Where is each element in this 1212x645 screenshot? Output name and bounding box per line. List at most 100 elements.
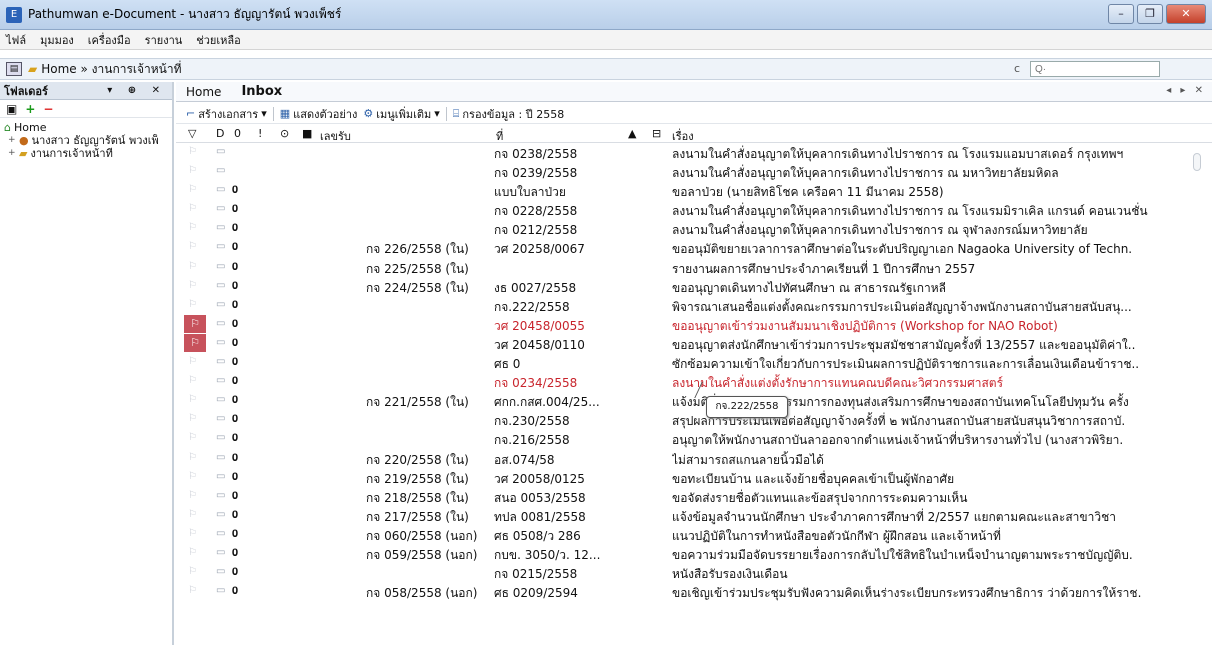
table-row[interactable]: ⚐ ▭ 𝟎 กจ 060/2558 (นอก) ศธ 0508/ว 286 แนวปฏิบ… <box>176 525 1212 544</box>
table-row[interactable]: ⚐ ▭ 𝟎 กจ 220/2558 (ใน) อส.074/58 ไม่สามารถสแก… <box>176 449 1212 468</box>
add-folder-icon[interactable]: + <box>25 102 35 116</box>
folders-pane-title: โฟลเดอร์ <box>4 84 48 98</box>
flag-icon[interactable]: ⚐ <box>188 165 208 176</box>
table-row[interactable]: ⚐ ▭ 𝟎 กจ.230/2558 สรุปผลการประเมินเพื่อต่อสั… <box>176 410 1212 429</box>
menu-view[interactable]: มุมมอง <box>40 31 74 49</box>
flag-icon[interactable]: ⚐ <box>188 547 208 558</box>
breadcrumb[interactable]: Home » งานการเจ้าหน้าที่ <box>41 60 181 79</box>
app-icon: E <box>6 6 22 23</box>
expand-icon[interactable]: + <box>8 147 16 160</box>
flag-icon[interactable]: ⚐ <box>184 314 206 333</box>
flag-icon[interactable]: ⚐ <box>188 413 208 424</box>
expand-icon[interactable]: + <box>8 134 16 147</box>
refresh-folders-icon[interactable]: ▣ <box>6 102 17 116</box>
menu-report[interactable]: รายงาน <box>145 31 183 49</box>
table-row[interactable]: ⚐ ▭ 𝟎 กจ 224/2558 (ใน) งธ 0027/2558 ขออนุญาตเ… <box>176 277 1212 296</box>
flag-icon[interactable]: ⚐ <box>188 184 208 195</box>
flag-icon[interactable]: ⚐ <box>188 356 208 367</box>
table-row[interactable]: ⚐ ▭ 𝟎 กจ 059/2558 (นอก) กบข. 3050/ว. 12... ขอ… <box>176 544 1212 563</box>
flag-icon[interactable]: ⚐ <box>188 203 208 214</box>
scrollbar-thumb[interactable] <box>1193 153 1201 171</box>
flag-icon[interactable]: ⚐ <box>188 261 208 272</box>
flag-icon[interactable]: ⚐ <box>188 394 208 405</box>
tooltip: กจ.222/2558 <box>706 396 788 418</box>
flag-icon[interactable]: ⚐ <box>188 528 208 539</box>
search-input[interactable] <box>1030 61 1160 77</box>
flag-icon[interactable]: ⚐ <box>188 280 208 291</box>
print-icon[interactable]: ▤ <box>6 62 22 76</box>
table-row[interactable]: ⚐ ▭ 𝟎 กจ 226/2558 (ใน) วศ 20258/0067 ขออนุมัต… <box>176 238 1212 257</box>
close-button[interactable]: ✕ <box>1166 4 1206 24</box>
attachment-icon: 𝟎 <box>232 526 239 540</box>
table-row[interactable]: ⚐ ▭ 𝟎 กจ 0228/2558 ลงนามในคำสั่งอนุญาตให้บุค… <box>176 200 1212 219</box>
tree-item-user[interactable]: + ● นางสาว ธัญญารัตน์ พวงเพ็ <box>4 134 168 147</box>
preview-button[interactable]: ▦ แสดงตัวอย่าง <box>280 105 358 123</box>
table-row[interactable]: ⚐ ▭ 𝟎 กจ 219/2558 (ใน) วศ 20058/0125 ขอทะเบีย… <box>176 468 1212 487</box>
tree-item-personnel[interactable]: + ▰ งานการเจ้าหน้าที่ <box>4 147 168 160</box>
table-row[interactable]: ⚐ ▭ 𝟎 กจ 218/2558 (ใน) สนอ 0053/2558 ขอจัดส่ง… <box>176 487 1212 506</box>
table-row[interactable]: ⚐ ▭ 𝟎 กจ 0215/2558 หนังสือรับรองเงินเดือน <box>176 563 1212 582</box>
remove-folder-icon[interactable]: − <box>43 102 53 116</box>
flag-icon[interactable]: ⚐ <box>188 509 208 520</box>
table-row[interactable]: ⚐ ▭ กจ 0239/2558 ลงนามในคำสั่งอนุญาตให้บุคล… <box>176 162 1212 181</box>
flag-icon[interactable]: ⚐ <box>188 452 208 463</box>
flag-icon[interactable]: ⚐ <box>188 241 208 252</box>
flag-icon[interactable]: ⚐ <box>184 333 206 352</box>
table-row[interactable]: ⚐ ▭ 𝟎 กจ 0212/2558 ลงนามในคำสั่งอนุญาตให้บุค… <box>176 219 1212 238</box>
document-icon: ▭ <box>216 146 226 157</box>
tree-item-label: นางสาว ธัญญารัตน์ พวงเพ็ <box>31 134 159 147</box>
table-row[interactable]: ⚐ ▭ 𝟎 กจ 058/2558 (นอก) ศธ 0209/2594 ขอเชิญเข… <box>176 582 1212 601</box>
table-row[interactable]: ⚐ ▭ 𝟎 กจ.222/2558 พิจารณาเสนอชื่อแต่งตั้งคณะ… <box>176 296 1212 315</box>
more-menu-button[interactable]: ⚙ เมนูเพิ่มเติม ▾ <box>363 105 439 123</box>
flag-icon[interactable]: ⚐ <box>188 585 208 596</box>
flag-icon[interactable]: ⚐ <box>188 375 208 386</box>
flag-icon[interactable]: ⚐ <box>188 222 208 233</box>
table-row[interactable]: ⚐ ▭ 𝟎 กจ 225/2558 (ใน) รายงานผลการศึกษาประจำ… <box>176 258 1212 277</box>
address-bar: ▤ ▰ Home » งานการเจ้าหน้าที่ c <box>0 58 1212 80</box>
tab-home[interactable]: Home <box>176 83 231 101</box>
table-row[interactable]: ⚐ ▭ 𝟎 ศธ 0 ซักซ้อมความเข้าใจเกี่ยวกับการประเ… <box>176 353 1212 372</box>
attachment-icon: 𝟎 <box>232 355 239 369</box>
tree-item-home[interactable]: ⌂ Home <box>4 121 168 134</box>
flag-column-icon[interactable]: ▽ <box>188 127 196 140</box>
table-row[interactable]: ⚐ ▭ กจ 0238/2558 ลงนามในคำสั่งอนุญาตให้บุคล… <box>176 143 1212 162</box>
table-row[interactable]: ⚐ ▭ 𝟎 วศ 20458/0110 ขออนุญาตส่งนักศึกษาเข้าร… <box>176 333 1212 353</box>
table-row[interactable]: ⚐ ▭ 𝟎 กจ 221/2558 (ใน) ศกก.กสศ.004/25... แจ้ง… <box>176 391 1212 410</box>
document-icon: ▭ <box>216 184 226 196</box>
menu-help[interactable]: ช่วยเหลือ <box>196 31 240 49</box>
folders-pane-header: โฟลเดอร์ ▾ ⊕ ✕ <box>0 82 172 100</box>
flag-icon[interactable]: ⚐ <box>188 146 208 157</box>
document-icon: ▭ <box>216 566 226 578</box>
document-column-icon[interactable]: D <box>216 127 224 140</box>
lock-column-icon[interactable]: ▲ <box>628 127 636 140</box>
table-row[interactable]: ⚐ ▭ 𝟎 แบบใบลาป่วย ขอลาป่วย (นายสิทธิโชค เครื… <box>176 181 1212 200</box>
document-icon: ▭ <box>216 508 226 520</box>
tab-scroll-arrows[interactable]: ◂ ▸ ✕ <box>1166 85 1206 96</box>
menu-tools[interactable]: เครื่องมือ <box>88 31 131 49</box>
folder-tools: ▣ + − <box>0 100 172 118</box>
flag-icon[interactable]: ⚐ <box>188 490 208 501</box>
flag-icon[interactable]: ⚐ <box>188 471 208 482</box>
flag-icon[interactable]: ⚐ <box>188 566 208 577</box>
importance-column-icon[interactable]: ! <box>258 127 262 140</box>
tag-column-icon[interactable]: ■ <box>302 127 312 140</box>
table-row[interactable]: ⚐ ▭ 𝟎 วศ 20458/0055 ขออนุญาตเข้าร่วมงานสัมมน… <box>176 314 1212 334</box>
refresh-icon[interactable]: c <box>1014 62 1020 75</box>
table-row[interactable]: ⚐ ▭ 𝟎 กจ 217/2558 (ใน) ทปล 0081/2558 แจ้งข้อม… <box>176 506 1212 525</box>
table-row[interactable]: ⚐ ▭ 𝟎 กจ 0234/2558 ลงนามในคำสั่งแต่งตั้งรักษ… <box>176 372 1212 391</box>
table-row[interactable]: ⚐ ▭ 𝟎 กจ.216/2558 อนุญาตให้พนักงานสถาบันลาออ… <box>176 429 1212 448</box>
restore-button[interactable]: ❐ <box>1137 4 1163 24</box>
box-column-icon[interactable]: ⊟ <box>652 127 661 140</box>
pane-controls[interactable]: ▾ ⊕ ✕ <box>107 85 166 96</box>
new-document-button[interactable]: ⌐ สร้างเอกสาร ▾ <box>186 105 267 123</box>
toolbar: ⌐ สร้างเอกสาร ▾ ▦ แสดงตัวอย่าง ⚙ เมนูเพิ… <box>176 104 1212 124</box>
tab-inbox[interactable]: Inbox <box>231 83 292 101</box>
flag-icon[interactable]: ⚐ <box>188 432 208 443</box>
watch-column-icon[interactable]: ⊙ <box>280 127 289 140</box>
minimize-button[interactable]: – <box>1108 4 1134 24</box>
flag-icon[interactable]: ⚐ <box>188 299 208 310</box>
folder-icon: ▰ <box>19 147 28 160</box>
attachment-column-icon[interactable]: 0 <box>234 127 241 140</box>
menu-file[interactable]: ไฟล์ <box>6 31 26 49</box>
filter-button[interactable]: ⌸ กรองข้อมูล : ปี 2558 <box>453 105 564 123</box>
